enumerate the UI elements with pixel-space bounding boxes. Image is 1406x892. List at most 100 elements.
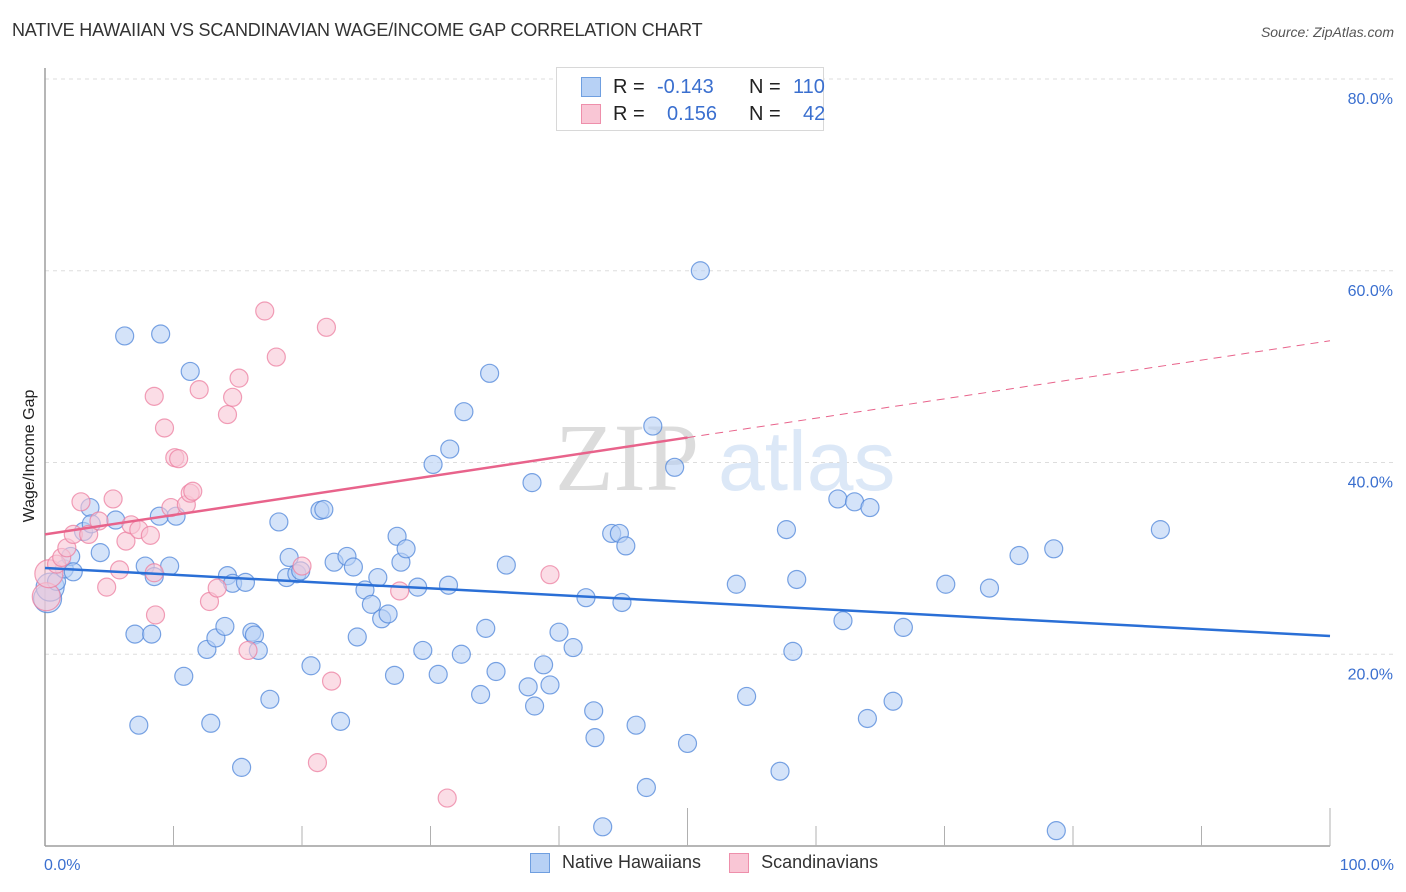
gridlines [45,78,1395,655]
data-point [255,301,275,321]
data-point [90,543,110,563]
data-point [454,402,474,422]
data-point [1046,821,1066,841]
data-point [396,539,416,559]
watermark-atlas: atlas [718,414,895,508]
data-point [269,512,289,532]
data-point [540,675,560,695]
data-point [612,592,632,613]
data-point [154,418,175,438]
y-axis-title: Wage/Income Gap [21,390,38,523]
data-point [140,525,160,545]
data-point [471,684,491,705]
data-point [1009,545,1029,566]
data-point [690,261,710,281]
data-point [321,671,342,691]
scatter-chart: ZIP atlas 20.0% 40.0% 60.0% 80.0% 0.0% 100.… [21,68,1395,874]
data-point [860,497,880,518]
data-point [129,715,149,735]
y-tick-label: 60.0% [1348,283,1393,300]
data-point [524,696,545,716]
data-point [584,701,604,721]
data-point [518,677,538,697]
data-point [496,555,516,575]
data-point [260,689,280,709]
legend-n-label: N = [749,102,781,125]
data-point [522,473,542,493]
data-point [585,728,605,748]
data-point [626,715,646,735]
data-point [828,489,848,509]
data-point [936,574,956,594]
data-point [307,752,328,773]
y-tick-labels: 20.0% 40.0% 60.0% 80.0% [1348,91,1393,683]
data-point [144,386,164,406]
data-point [229,368,249,388]
data-point [238,640,258,661]
data-point [368,567,388,588]
legend-n-label: N = [749,75,781,98]
data-point [451,644,471,664]
data-point [330,711,351,731]
y-tick-label: 40.0% [1348,475,1393,492]
data-point [145,605,166,625]
data-point [115,326,135,346]
data-point [71,492,91,512]
data-point [390,581,410,601]
data-point [476,618,496,638]
data-point [428,664,448,684]
legend-r-value: 0.156 [667,102,718,125]
legend-n-value: 110 [793,75,825,98]
data-point [125,624,145,644]
data-point [1150,520,1170,540]
data-point [378,604,398,624]
data-point [593,817,613,837]
data-point [979,578,1000,598]
data-point [413,640,433,661]
data-point [142,624,162,644]
data-point [316,317,337,337]
data-point [109,560,130,580]
data-point [180,361,200,382]
data-point [1044,539,1064,559]
watermark-zip: ZIP [555,404,699,511]
data-point [292,556,312,576]
data-point [423,454,443,475]
series-native-hawaiians-points [32,261,1170,841]
data-point [549,622,569,642]
data-point [857,708,878,729]
data-point [787,569,807,590]
data-point [215,616,235,637]
series-swatch-native-hawaiians [530,852,550,873]
data-point [235,572,256,592]
data-point [217,404,238,425]
y-tick-label: 20.0% [1348,666,1393,683]
data-point [223,387,243,407]
data-point [636,777,656,798]
data-point [183,481,203,501]
y-tick-label: 80.0% [1348,91,1393,108]
data-point [207,578,227,598]
series-legend-native-hawaiians[interactable]: Native Hawaiians [530,852,701,873]
data-point [384,665,405,685]
x-ticks [173,808,1331,846]
data-point [563,637,583,658]
data-point [726,574,746,594]
series-legend-scandinavians[interactable]: Scandinavians [729,852,878,873]
data-point [301,656,321,676]
data-point [533,655,554,675]
data-point [540,565,560,585]
trend-line-native-hawaiians [44,566,1331,638]
x-tick-label-min: 0.0% [44,857,80,874]
data-point [776,520,797,540]
series-scandinavians-points [31,80,608,808]
data-point [665,457,685,477]
data-point [201,713,221,733]
series-label-native-hawaiians: Native Hawaiians [562,852,702,872]
data-point [833,611,853,631]
series-legend: Native Hawaiians Scandinavians [530,852,906,873]
data-point [437,788,457,808]
data-point [770,761,790,781]
legend-r-value: -0.143 [657,75,714,98]
legend-swatch-scandinavians [581,104,601,124]
